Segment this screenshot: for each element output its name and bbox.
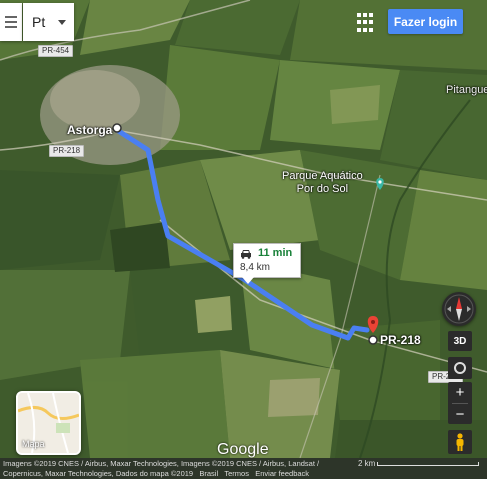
language-value: Pt [32,14,46,30]
origin-marker[interactable] [112,123,122,133]
place-label-origin[interactable]: Astorga [67,123,112,137]
route-time: 11 min [258,247,293,259]
attribution-bar: Imagens ©2019 CNES / Airbus, Maxar Techn… [0,458,487,479]
menu-button[interactable] [0,3,22,41]
language-select[interactable]: Pt [23,3,74,41]
location-target-icon [454,362,466,374]
terms-link[interactable]: Termos [224,469,249,478]
poi-label[interactable]: Parque Aquático Por do Sol [282,170,363,196]
country-link[interactable]: Brasil [199,469,218,478]
toggle-3d-button[interactable]: 3D [448,331,472,351]
place-label-town[interactable]: Pitangue [446,84,487,96]
zoom-out-button[interactable]: − [448,404,472,425]
destination-marker[interactable] [368,335,378,345]
map-type-label: Mapa [22,439,45,449]
google-logo: Google [217,441,269,458]
compass-button[interactable] [442,292,476,326]
zoom-control: + − [448,382,472,424]
menu-icon [5,16,17,18]
apps-grid-icon[interactable] [355,11,379,35]
street-view-pegman-button[interactable] [448,430,472,454]
road-label-pr454: PR-454 [38,45,74,57]
feedback-link[interactable]: Enviar feedback [255,469,309,478]
destination-label[interactable]: PR-218 [380,333,421,347]
pegman-icon [456,433,464,451]
my-location-button[interactable] [448,357,472,379]
login-button[interactable]: Fazer login [388,9,463,34]
route-info-box[interactable]: 11 min 8,4 km [233,243,301,284]
zoom-in-button[interactable]: + [448,382,472,403]
car-icon [241,250,251,259]
scale-bar [377,462,479,466]
compass-icon [444,294,474,324]
scale-label[interactable]: 2 km [358,459,375,469]
chevron-down-icon [58,20,66,25]
road-label-pr218-top: PR-218 [49,145,85,157]
map-canvas[interactable]: Pt Fazer login PR-454 PR-218 PR-218 Asto… [0,0,487,479]
route-distance: 8,4 km [240,262,271,273]
map-type-thumbnail[interactable]: Mapa [16,391,81,455]
